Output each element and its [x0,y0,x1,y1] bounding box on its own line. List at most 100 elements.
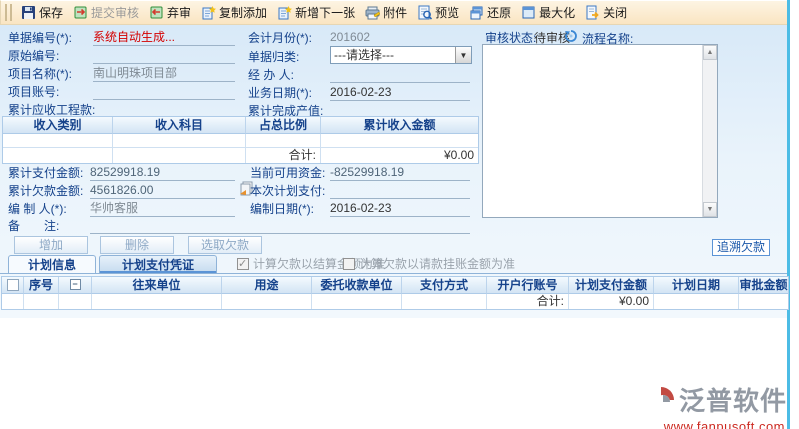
income-col-subject: 收入科目 [113,117,246,134]
biz-date-input[interactable]: 2016-02-23 [330,84,470,101]
project-account-input[interactable] [93,83,235,100]
paid-total-input[interactable]: 82529918.19 [90,164,235,181]
project-name-label: 项目名称(*): [8,67,72,81]
handler-input[interactable] [330,66,470,83]
flow-textarea[interactable]: ▲ ▼ [482,44,718,218]
project-name-input[interactable]: 南山明珠项目部 [93,65,235,82]
flow-scrollbar[interactable]: ▲ ▼ [702,45,717,217]
income-header-row: 收入类别 收入科目 占总比例 累计收入金额 [3,117,478,134]
maximize-icon [522,6,535,19]
copy-add-icon [202,6,217,20]
plan-this-input[interactable] [330,182,470,199]
scroll-up-icon[interactable]: ▲ [703,45,717,60]
abandon-review-button[interactable]: 弃审 [144,2,196,23]
arrears-total-label: 累计欠款金额: [8,184,84,198]
income-col-amount: 累计收入金额 [321,117,478,134]
preview-icon [418,5,433,20]
handler-label: 经 办 人: [248,68,295,82]
doc-category-select[interactable]: ---请选择--- ▼ [330,46,472,64]
paid-total-label: 累计支付金额: [8,166,84,180]
payment-plan-window: 保存 提交审核 弃审 复制添加 新增下一张 附件 预览 还原 最大化 关闭 单据… [0,0,799,429]
income-total-row: 合计: ¥0.00 [3,148,478,163]
plan-table: 序号 − 往来单位 用途 委托收款单位 支付方式 开户行账号 计划支付金额 计划… [1,276,789,310]
select-all-cell [2,277,24,294]
plan-col-date: 计划日期 [654,277,739,294]
plan-col-method: 支付方式 [402,277,487,294]
doc-category-label: 单据归类: [248,50,300,64]
fanpusoft-logo-icon [648,386,674,413]
option-request-label: 计算欠款以请款挂账金额为准 [359,257,516,271]
scroll-down-icon[interactable]: ▼ [703,202,717,217]
trace-arrears-button[interactable]: 追溯欠款 [712,239,770,256]
option-settlement-checkbox[interactable] [237,257,249,270]
select-all-checkbox[interactable] [6,279,19,291]
preview-button[interactable]: 预览 [412,2,464,23]
remark-label: 备 注: [8,219,60,233]
available-fund-label: 当前可用资金: [250,166,326,180]
tab-plan-info[interactable]: 计划信息 [8,255,96,273]
doc-no-label: 单据编号(*): [8,31,72,45]
maximize-button[interactable]: 最大化 [516,2,580,23]
brand-url: www.fanpusoft.com [663,419,785,429]
footer-brand: 泛普软件 www.fanpusoft.com [617,381,787,429]
plan-total-label: 合计: [487,294,569,309]
toolbar: 保存 提交审核 弃审 复制添加 新增下一张 附件 预览 还原 最大化 关闭 [0,0,788,25]
pick-arrears-button[interactable]: 选取欠款 [188,236,262,254]
delete-row-button[interactable]: 删除 [100,236,174,254]
plan-total-row: 合计: ¥0.00 [2,294,788,309]
attachment-icon [365,6,381,20]
plan-total-amount: ¥0.00 [569,294,654,309]
plan-this-label: 本次计划支付: [250,184,326,198]
brand-name: 泛普软件 [678,386,787,416]
orig-no-input[interactable] [93,47,235,64]
orig-no-label: 原始编号: [8,49,60,63]
plan-col-seq: 序号 [24,277,59,294]
add-next-icon [278,6,293,20]
submit-review-icon [74,6,87,19]
tab-plan-voucher[interactable]: 计划支付凭证 [99,255,217,273]
close-icon [586,5,599,20]
save-button[interactable]: 保存 [16,2,68,23]
option-request-checkbox[interactable] [343,258,355,270]
add-next-button[interactable]: 新增下一张 [272,2,360,23]
income-table: 收入类别 收入科目 占总比例 累计收入金额 合计: ¥0.00 [2,116,479,164]
income-total-label: 合计: [246,148,321,163]
plan-header-row: 序号 − 往来单位 用途 委托收款单位 支付方式 开户行账号 计划支付金额 计划… [2,277,788,294]
save-icon [22,6,35,19]
create-date-label: 编制日期(*): [250,202,314,216]
create-date-input[interactable]: 2016-02-23 [330,200,470,217]
abandon-review-icon [150,6,163,19]
plan-col-bank-account: 开户行账号 [487,277,569,294]
plan-col-entrusted: 委托收款单位 [312,277,402,294]
available-fund-input[interactable]: -82529918.19 [330,164,470,181]
income-col-category: 收入类别 [3,117,113,134]
collapse-all-icon[interactable]: − [69,279,81,290]
acct-month-input[interactable]: 201602 [330,29,470,46]
close-button[interactable]: 关闭 [580,2,632,23]
income-total-amount: ¥0.00 [321,148,478,163]
acct-month-label: 会计月份(*): [248,31,312,45]
plan-col-party: 往来单位 [92,277,222,294]
creator-input[interactable]: 华帅客服 [90,200,235,217]
remark-input[interactable] [90,217,470,234]
restore-icon [470,6,483,20]
window-edge-border [787,0,790,429]
income-empty-row[interactable] [3,134,478,148]
plan-col-amount: 计划支付金额 [569,277,654,294]
income-col-ratio: 占总比例 [246,117,321,134]
biz-date-label: 业务日期(*): [248,86,312,100]
project-account-label: 项目账号: [8,85,60,99]
collapse-all-cell: − [59,277,92,294]
creator-label: 编 制 人(*): [8,202,67,216]
chevron-down-icon[interactable]: ▼ [455,47,471,63]
submit-review-button[interactable]: 提交审核 [68,2,144,23]
plan-col-approved: 审批金额 [739,277,788,294]
workflow-icon[interactable] [564,29,578,43]
copy-add-button[interactable]: 复制添加 [196,2,272,23]
toolbar-grip[interactable] [5,4,12,21]
restore-button[interactable]: 还原 [464,2,516,23]
attachment-button[interactable]: 附件 [360,2,412,23]
arrears-total-input[interactable]: 4561826.00 [90,182,235,199]
add-row-button[interactable]: 增加 [14,236,88,254]
doc-no-input[interactable]: 系统自动生成... [93,29,235,46]
